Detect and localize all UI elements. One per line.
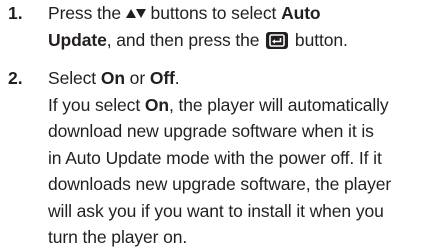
step-2-select-line: Select On or Off. [48, 65, 440, 92]
step-1-number: 1. [8, 3, 23, 23]
step-1-text: Press the buttons to select Auto Update,… [48, 0, 440, 53]
step-1-bold-auto: Auto [281, 3, 321, 23]
select-prefix: Select [48, 68, 101, 88]
step-1-bold-update: Update [48, 29, 107, 50]
option-off: Off [149, 68, 175, 88]
detail-line-1-bold-on: On [144, 94, 169, 115]
step-2-number: 2. [8, 68, 23, 88]
step-1-line-1: Press the buttons to select Auto [48, 0, 440, 27]
step-1-suffix: button. [290, 29, 348, 50]
down-arrow-icon [135, 8, 146, 20]
select-connector: or [124, 68, 150, 88]
detail-line-1-prefix: If you select [48, 94, 145, 115]
select-suffix: . [174, 68, 180, 88]
step-1-prefix: Press the [48, 3, 126, 23]
step-1-line-2-middle: , and then press the [106, 29, 265, 50]
step-2-detail-line-2: download new upgrade software when it is [48, 121, 374, 141]
step-1-middle: buttons to select [145, 3, 282, 23]
step-2-detail-line-6: turn the player on. [48, 227, 188, 247]
step-2-detail-line-5: will ask you if you want to install it w… [48, 200, 384, 221]
detail-line-1-suffix: , the player will automatically [168, 94, 389, 115]
enter-button-icon [266, 30, 289, 49]
option-on: On [100, 68, 125, 88]
step-1-line-2: Update, and then press the button. [48, 27, 440, 54]
up-arrow-icon [125, 8, 136, 20]
step-2-text: Select On or Off. If you select On, the … [48, 65, 440, 251]
manual-page: 1. Press the buttons to select Auto Upda… [0, 0, 445, 247]
step-2-detail-line-4: downloads new upgrade software, the play… [48, 174, 392, 194]
step-2-detail-line-3: in Auto Update mode with the power off. … [48, 147, 382, 168]
step-2-detail-line-1: If you select On, the player will automa… [48, 92, 440, 119]
